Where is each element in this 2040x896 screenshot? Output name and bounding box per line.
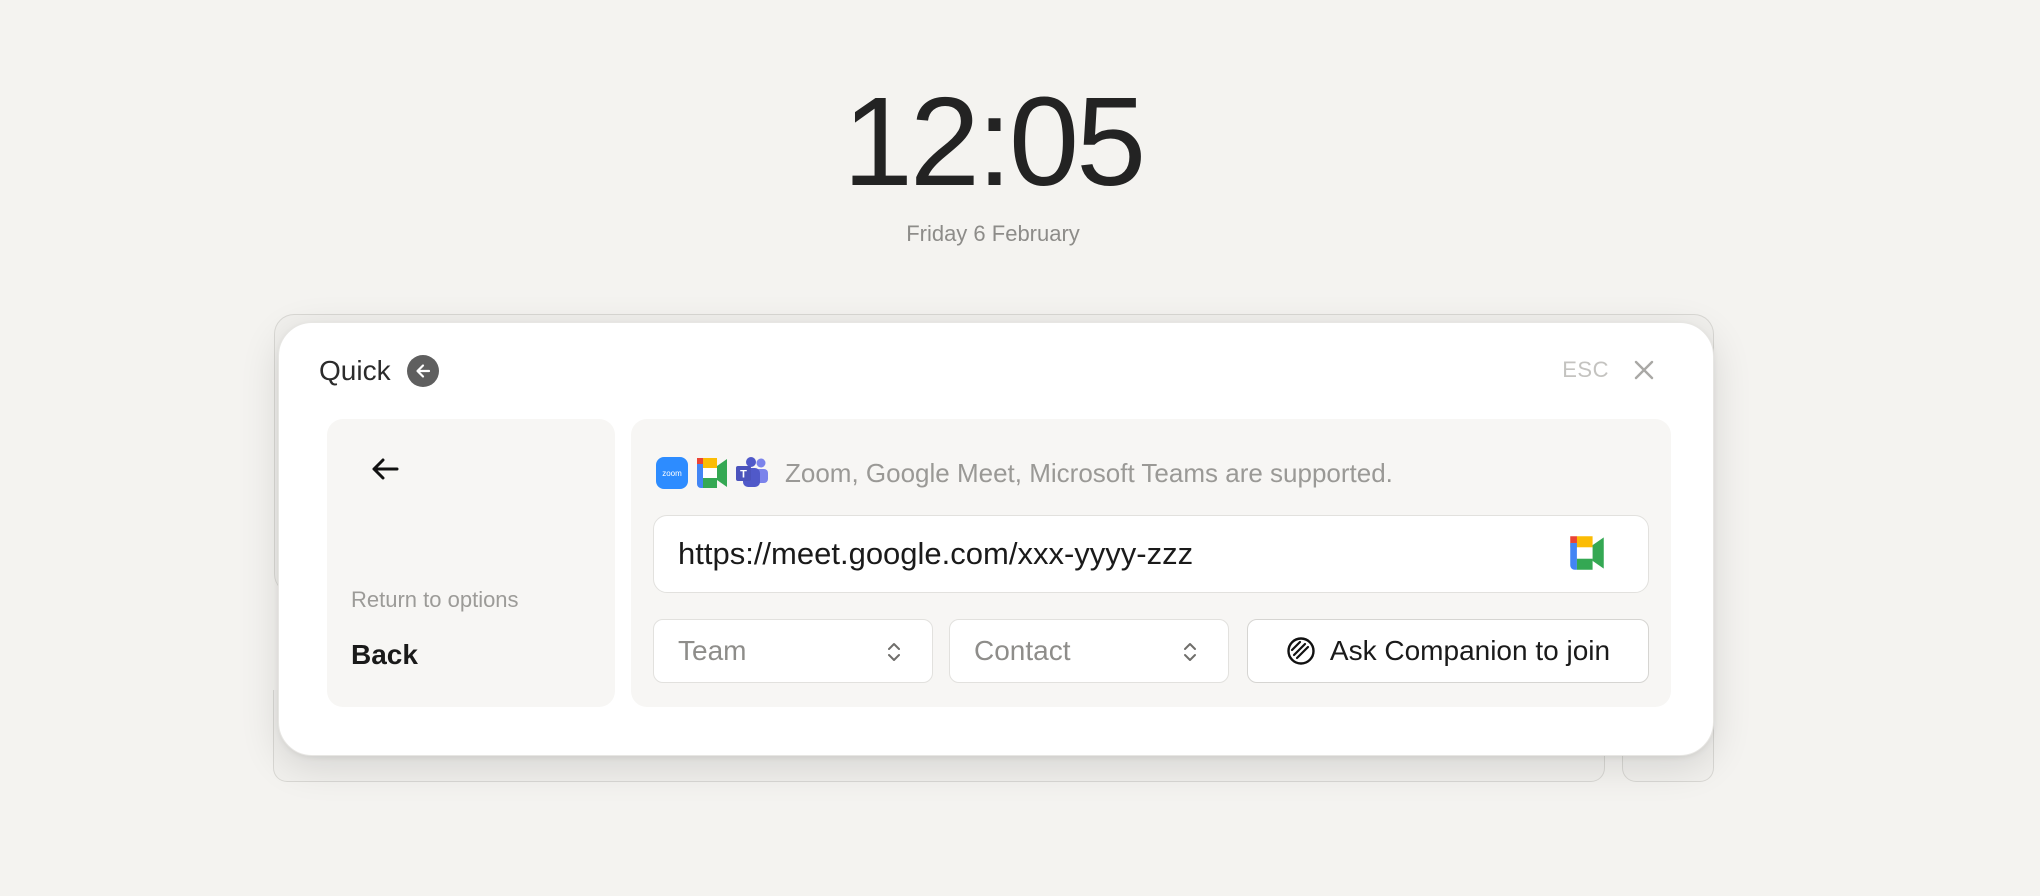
lock-screen: 12:05 Friday 6 February Quick ESC Return… — [0, 0, 2040, 896]
team-select[interactable]: Team — [653, 619, 933, 683]
back-label: Back — [351, 639, 418, 670]
zoom-icon-text: zoom — [662, 469, 682, 478]
esc-hint: ESC — [1562, 357, 1609, 382]
chevron-up-down-icon — [1182, 640, 1198, 664]
contact-select[interactable]: Contact — [949, 619, 1229, 683]
google-meet-icon — [695, 456, 729, 490]
chevron-up-down-icon — [886, 640, 902, 664]
supported-apps-text: Zoom, Google Meet, Microsoft Teams are s… — [785, 457, 1393, 488]
supported-apps-row: zoom T Zoom, Google Meet, Microsoft Team… — [655, 455, 1393, 491]
companion-icon — [1286, 636, 1316, 666]
google-meet-icon — [1568, 536, 1606, 574]
ask-companion-button[interactable]: Ask Companion to join — [1247, 619, 1649, 683]
team-select-value: Team — [678, 635, 747, 666]
ask-companion-label: Ask Companion to join — [1329, 635, 1611, 666]
back-option-card[interactable]: Return to options Back — [327, 419, 615, 707]
clock-date: Friday 6 February — [906, 221, 1080, 246]
zoom-icon: zoom — [655, 456, 689, 490]
teams-icon-text: T — [740, 469, 747, 481]
meeting-url-input[interactable] — [678, 536, 1558, 572]
close-icon[interactable] — [1629, 355, 1659, 385]
contact-select-value: Contact — [974, 635, 1071, 666]
meeting-link-panel: zoom T Zoom, Google Meet, Microsoft Team… — [631, 419, 1671, 707]
modal-title: Quick — [319, 355, 391, 386]
quick-join-modal: Quick ESC Return to options Back zoom T … — [278, 322, 1714, 756]
modal-header: Quick — [319, 351, 439, 391]
clock-time: 12:05 — [842, 71, 1146, 212]
circle-arrow-left-icon[interactable] — [406, 355, 439, 387]
microsoft-teams-icon: T — [735, 456, 769, 490]
meeting-url-field[interactable] — [653, 515, 1649, 593]
return-to-options-label: Return to options — [351, 587, 519, 612]
arrow-left-icon[interactable] — [365, 449, 405, 489]
